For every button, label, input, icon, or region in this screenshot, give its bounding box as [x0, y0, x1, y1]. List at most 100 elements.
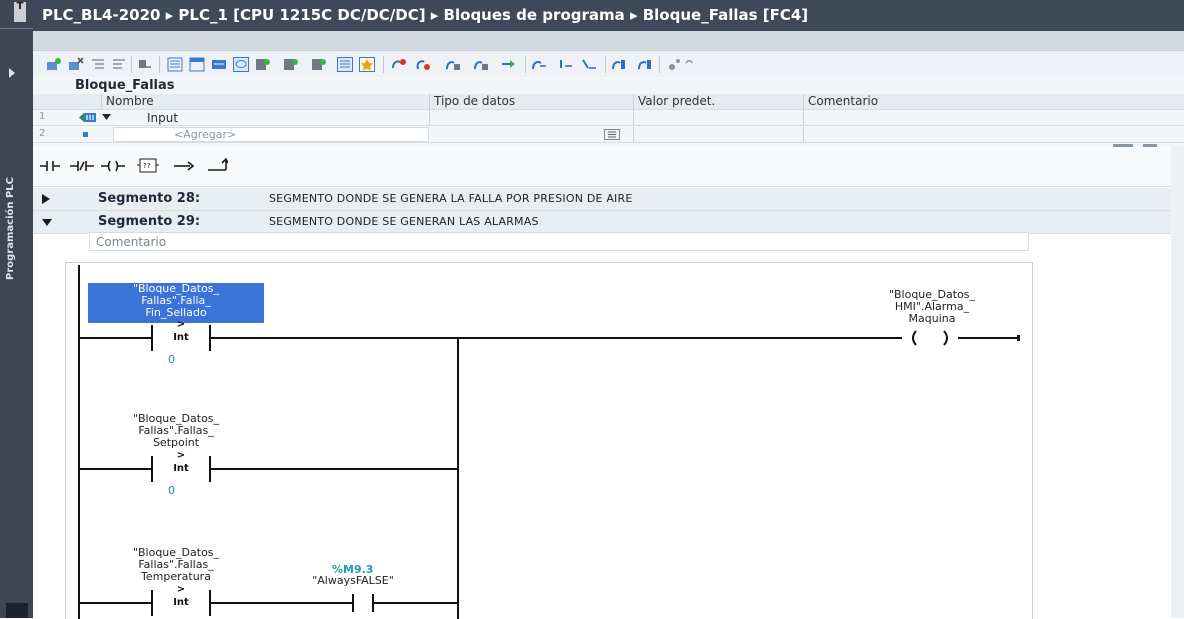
branch-join — [457, 337, 459, 619]
input-section-label: Input — [147, 111, 179, 125]
operand-falla-fin-sellado[interactable]: "Bloque_Datos_ Fallas".Falla_ Fin_Sellad… — [88, 283, 264, 323]
compare-contact-3[interactable]: > Int — [151, 584, 211, 616]
wire — [80, 468, 151, 470]
compare-operator: > — [176, 450, 186, 461]
operand-line: Fin_Sellado — [145, 306, 207, 319]
block-title: Bloque_Fallas — [75, 78, 175, 93]
editor-toolbar — [33, 50, 1184, 78]
empty-box-icon[interactable]: ?? — [137, 158, 159, 174]
left-sidebar: T Programación PLC — [0, 0, 33, 618]
segment-comment[interactable]: SEGMENTO DONDE SE GENERAN LAS ALARMAS — [269, 215, 539, 228]
column-header-nombre[interactable]: Nombre — [101, 94, 431, 109]
collapse-triangle-icon[interactable] — [42, 219, 52, 226]
block-properties-icon[interactable] — [337, 57, 353, 72]
more-icon[interactable] — [685, 57, 693, 72]
operand-fallas-setpoint[interactable]: "Bloque_Datos_ Fallas".Fallas_ Setpoint — [88, 413, 264, 449]
operand-line: Temperatura — [141, 570, 211, 583]
wire — [80, 337, 151, 339]
next-segment-icon[interactable] — [637, 57, 653, 72]
insert-block-icon[interactable] — [46, 57, 62, 72]
comment-icon[interactable] — [233, 57, 249, 72]
compare-value[interactable]: 0 — [168, 353, 175, 366]
wire — [210, 468, 459, 470]
compare-icon[interactable] — [473, 57, 489, 72]
wire — [80, 602, 151, 604]
no-contact-right — [372, 594, 374, 612]
compare-value[interactable]: 0 — [168, 484, 175, 497]
sidebar-scroll-thumb[interactable] — [6, 603, 28, 618]
ladder-instructions-bar: ?? — [33, 144, 1184, 187]
goto-line-icon[interactable] — [581, 57, 597, 72]
segment-28-header[interactable]: Segmento 28: SEGMENTO DONDE SE GENERA LA… — [33, 188, 1184, 211]
no-contact-icon[interactable] — [40, 160, 60, 172]
breadcrumb: PLC_BL4-2020 ▸ PLC_1 [CPU 1215C DC/DC/DC… — [33, 0, 1184, 31]
table-view-icon[interactable] — [189, 57, 205, 72]
output-coil[interactable] — [900, 329, 962, 347]
jump-up-icon[interactable] — [531, 57, 547, 72]
nc-contact-icon[interactable] — [70, 160, 94, 172]
insert-network-icon[interactable] — [283, 57, 299, 72]
call-icon[interactable] — [667, 57, 683, 72]
interface-row[interactable]: 1 Input — [33, 110, 1184, 126]
segment-title: Segmento 29: — [98, 214, 201, 229]
segment-title: Segmento 28: — [98, 191, 201, 206]
operand-line: Maquina — [908, 312, 956, 325]
column-header-valor[interactable]: Valor predet. — [633, 94, 803, 109]
monitor-icon[interactable] — [445, 57, 461, 72]
coil-icon[interactable] — [101, 160, 125, 172]
coil-operand-alarma-maquina[interactable]: "Bloque_Datos_ HMI".Alarma_ Maquina — [852, 289, 1012, 325]
favorites-icon[interactable] — [359, 57, 375, 72]
insert-segment-icon[interactable] — [255, 57, 271, 72]
chevron-down-icon[interactable] — [102, 113, 111, 121]
prev-segment-icon[interactable] — [611, 57, 627, 72]
expand-triangle-icon[interactable] — [42, 194, 50, 204]
power-rail — [78, 265, 80, 619]
operand-fallas-temperatura[interactable]: "Bloque_Datos_ Fallas".Fallas_ Temperatu… — [88, 547, 264, 583]
toolbar-marker — [1143, 144, 1157, 147]
segment-29-header[interactable]: Segmento 29: SEGMENTO DONDE SE GENERAN L… — [33, 211, 1184, 234]
row-marker-icon — [83, 132, 88, 137]
sidebar-top-label[interactable]: T — [14, 2, 26, 22]
segment-view-icon[interactable] — [211, 57, 227, 72]
outdent-icon[interactable] — [111, 57, 127, 72]
compare-operator: > — [176, 584, 186, 595]
close-branch-icon[interactable] — [208, 158, 228, 172]
no-contact-left — [352, 594, 354, 612]
wire — [210, 337, 902, 339]
wire — [958, 337, 1020, 339]
delete-block-icon[interactable] — [68, 57, 84, 72]
update-icon[interactable] — [500, 57, 516, 72]
input-section-icon — [79, 113, 96, 122]
compare-contact-2[interactable]: > Int — [151, 450, 211, 482]
next-error-icon[interactable] — [415, 57, 431, 72]
compare-type: Int — [173, 597, 189, 608]
column-header-comentario[interactable]: Comentario — [803, 94, 1103, 109]
sidebar-vertical-label[interactable]: Programación PLC — [5, 140, 25, 280]
segment-comment[interactable]: SEGMENTO DONDE SE GENERA LA FALLA POR PR… — [269, 192, 633, 205]
add-row-icon[interactable] — [311, 57, 327, 72]
operand-line: Setpoint — [152, 436, 200, 449]
open-branch-icon[interactable] — [174, 160, 194, 172]
interface-header: Nombre Tipo de datos Valor predet. Comen… — [33, 94, 1184, 110]
toolbar-marker — [1113, 144, 1133, 147]
expand-arrow-icon[interactable] — [9, 68, 15, 78]
jump-down-icon[interactable] — [557, 57, 573, 72]
add-placeholder: <Agregar> — [174, 128, 237, 141]
row-number: 1 — [39, 111, 46, 122]
add-variable-field[interactable] — [113, 127, 429, 142]
compare-contact-1[interactable]: > Int — [151, 319, 211, 351]
row-number: 2 — [39, 128, 46, 139]
list-view-icon[interactable] — [167, 57, 183, 72]
wire — [210, 602, 352, 604]
sidebar-separator — [0, 28, 33, 29]
interface-add-row[interactable]: 2 <Agregar> — [33, 127, 1184, 143]
always-false-operand[interactable]: "AlwaysFALSE" — [300, 575, 406, 587]
column-header-tipo[interactable]: Tipo de datos — [429, 94, 634, 109]
datatype-picker-icon[interactable] — [604, 129, 620, 140]
segment-comment-field[interactable]: Comentario — [89, 232, 1029, 251]
branch-icon[interactable] — [137, 57, 153, 72]
indent-icon[interactable] — [90, 57, 106, 72]
vertical-scrollbar[interactable] — [1171, 146, 1184, 618]
go-to-error-icon[interactable] — [391, 57, 407, 72]
svg-text:??: ?? — [143, 162, 151, 170]
